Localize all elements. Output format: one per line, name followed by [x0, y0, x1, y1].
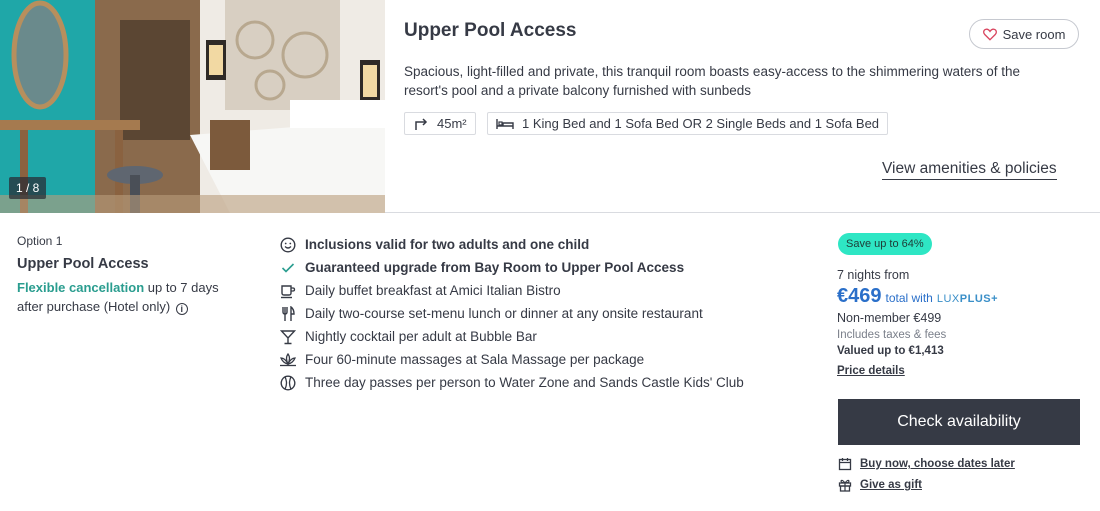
calendar-icon [838, 458, 852, 471]
ball-icon [279, 374, 297, 392]
save-room-label: Save room [1002, 26, 1066, 42]
inclusions-list: Inclusions valid for two adults and one … [279, 233, 799, 394]
buy-now-link[interactable]: Buy now, choose dates later [838, 457, 1015, 471]
room-title: Upper Pool Access [404, 20, 577, 41]
info-icon[interactable]: i [175, 303, 188, 315]
inclusion-text: Three day passes per person to Water Zon… [305, 375, 744, 390]
bed-icon [496, 118, 514, 129]
luxplus-plus: PLUS+ [959, 293, 999, 305]
valued-up-to: Valued up to €1,413 [837, 345, 944, 357]
save-room-button[interactable]: Save room [969, 19, 1079, 49]
option-label: Option 1 [17, 234, 63, 248]
check-icon [279, 259, 297, 277]
luxplus-logo: LUXPLUS+ [937, 293, 998, 305]
member-price: €469 [837, 285, 882, 307]
cancellation-policy: Flexible cancellation up to 7 days after… [17, 278, 247, 316]
price-row: €469 total with LUXPLUS+ [837, 285, 998, 308]
inclusion-text: Inclusions valid for two adults and one … [305, 237, 590, 252]
gift-icon [838, 479, 852, 492]
give-as-gift-label: Give as gift [860, 479, 922, 491]
inclusion-item: Inclusions valid for two adults and one … [279, 233, 799, 256]
inclusion-text: Four 60-minute massages at Sala Massage … [305, 352, 645, 367]
inclusion-item: Three day passes per person to Water Zon… [279, 371, 799, 394]
give-as-gift-link[interactable]: Give as gift [838, 478, 922, 492]
luxplus-lux: LUX [936, 293, 960, 305]
view-amenities-link[interactable]: View amenities & policies [882, 160, 1057, 180]
heart-icon [982, 28, 997, 41]
smiley-icon [279, 236, 297, 254]
room-size-chip: 45m² [404, 112, 476, 135]
coffee-cup-icon [279, 282, 297, 300]
check-availability-button[interactable]: Check availability [838, 399, 1080, 445]
nights-from: 7 nights from [837, 268, 910, 282]
inclusion-text: Nightly cocktail per adult at Bubble Bar [305, 329, 537, 344]
room-photo[interactable]: 1 / 8 [0, 0, 385, 213]
inclusion-item: Daily two-course set-menu lunch or dinne… [279, 302, 799, 325]
buy-now-label: Buy now, choose dates later [860, 458, 1015, 470]
flexible-cancellation: Flexible cancellation [17, 280, 145, 295]
inclusion-item: Four 60-minute massages at Sala Massage … [279, 348, 799, 371]
room-size: 45m² [437, 116, 467, 131]
inclusion-item: Guaranteed upgrade from Bay Room to Uppe… [279, 256, 799, 279]
inclusion-text: Daily two-course set-menu lunch or dinne… [305, 306, 703, 321]
total-with-label: total with [885, 291, 933, 305]
savings-badge: Save up to 64% [838, 233, 932, 255]
inclusion-text: Guaranteed upgrade from Bay Room to Uppe… [305, 260, 685, 275]
room-photo-image [0, 0, 385, 213]
cocktail-icon [279, 328, 297, 346]
inclusion-item: Daily buffet breakfast at Amici Italian … [279, 279, 799, 302]
price-details-link[interactable]: Price details [837, 365, 905, 377]
room-header: 1 / 8 Upper Pool Access Save room Spacio… [0, 0, 1100, 213]
non-member-price: Non-member €499 [837, 311, 942, 325]
room-beds: 1 King Bed and 1 Sofa Bed OR 2 Single Be… [522, 116, 880, 131]
photo-counter: 1 / 8 [9, 177, 47, 199]
inclusion-text: Daily buffet breakfast at Amici Italian … [305, 283, 561, 298]
lotus-icon [279, 351, 297, 369]
option-title: Upper Pool Access [17, 256, 149, 272]
inclusion-item: Nightly cocktail per adult at Bubble Bar [279, 325, 799, 348]
cutlery-icon [279, 305, 297, 323]
room-description: Spacious, light-filled and private, this… [404, 64, 1021, 98]
taxes-note: Includes taxes & fees [837, 329, 947, 341]
room-beds-chip: 1 King Bed and 1 Sofa Bed OR 2 Single Be… [487, 112, 889, 135]
expand-arrows-icon [415, 117, 428, 130]
